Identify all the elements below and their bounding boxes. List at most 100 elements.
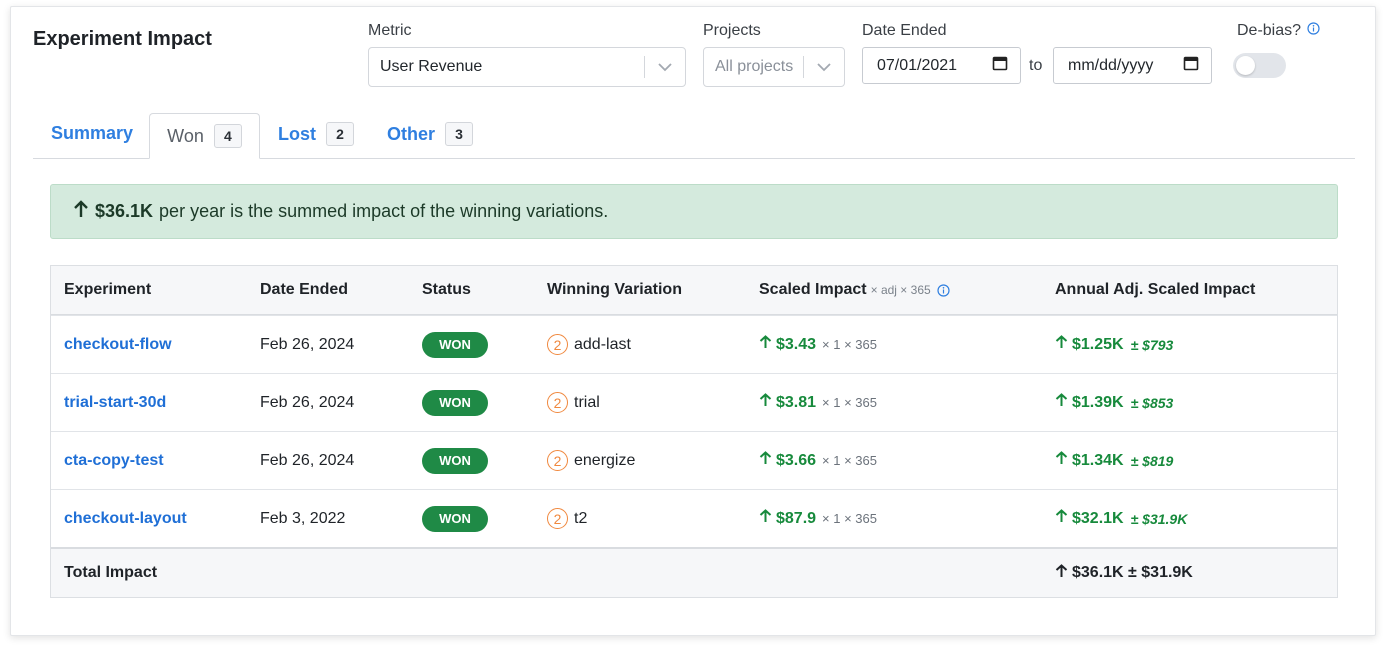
tab-lost-count: 2: [326, 122, 354, 146]
experiment-link[interactable]: checkout-layout: [64, 510, 187, 528]
col-scaled-impact-label: Scaled Impact: [759, 281, 867, 298]
variation-number: 2: [547, 450, 568, 471]
banner-text: per year is the summed impact of the win…: [159, 201, 609, 221]
tab-other[interactable]: Other 3: [387, 122, 474, 146]
scaled-impact-multiplier: × 1 × 365: [822, 453, 877, 468]
annual-impact-ci: ± $819: [1130, 452, 1174, 469]
table-row: cta-copy-test Feb 26, 2024 WON 2 energize $3.…: [51, 431, 1337, 489]
date-ended-cell: Feb 3, 2022: [260, 509, 346, 527]
col-winning-variation: Winning Variation: [547, 281, 682, 298]
scaled-impact-multiplier: × 1 × 365: [822, 511, 877, 526]
tab-other-count: 3: [445, 122, 474, 146]
experiment-cell: trial-start-30d: [64, 374, 166, 431]
col-scaled-impact-note: × adj × 365: [870, 283, 931, 297]
scaled-impact-cell: $87.9 × 1 × 365: [759, 490, 877, 547]
annual-impact-cell: $32.1K ± $31.9K: [1055, 490, 1187, 547]
projects-select-placeholder: All projects: [715, 58, 794, 75]
banner-amount: $36.1K: [95, 201, 154, 221]
variation-name: add-last: [574, 335, 631, 353]
date-to-input[interactable]: mm/dd/yyyy: [1053, 47, 1212, 84]
status-badge: WON: [422, 389, 488, 416]
total-impact-label: Total Impact: [64, 564, 158, 581]
col-date-ended: Date Ended: [260, 281, 349, 298]
experiment-link[interactable]: cta-copy-test: [64, 452, 164, 470]
arrow-up-icon: [1055, 451, 1068, 470]
annual-impact-ci: ± $793: [1130, 336, 1174, 353]
variation-cell: 2 add-last: [547, 316, 631, 373]
arrow-up-icon: [73, 200, 89, 223]
scaled-impact-multiplier: × 1 × 365: [822, 395, 877, 410]
tab-summary[interactable]: Summary: [51, 123, 133, 144]
status-cell: WON: [422, 432, 488, 489]
date-ended-cell: Feb 26, 2024: [260, 393, 355, 411]
chevron-down-icon[interactable]: [645, 62, 685, 72]
annual-impact-cell: $1.25K ± $793: [1055, 316, 1173, 373]
info-icon[interactable]: [1307, 22, 1320, 40]
experiment-link[interactable]: trial-start-30d: [64, 394, 166, 412]
tab-lost[interactable]: Lost 2: [278, 122, 354, 146]
arrow-up-icon: [1055, 563, 1068, 583]
annual-impact-value: $1.39K: [1072, 393, 1124, 411]
arrow-up-icon: [759, 509, 772, 528]
scaled-impact-multiplier: × 1 × 365: [822, 337, 877, 352]
arrow-up-icon: [759, 335, 772, 354]
annual-impact-value: $1.25K: [1072, 335, 1124, 353]
variation-cell: 2 t2: [547, 490, 587, 547]
status-cell: WON: [422, 374, 488, 431]
tab-summary-label: Summary: [51, 123, 134, 143]
scaled-impact-value: $3.66: [776, 451, 817, 469]
info-icon[interactable]: [937, 283, 950, 297]
col-scaled-impact: Scaled Impact × adj × 365: [759, 266, 950, 314]
impact-table: Experiment Date Ended Status Winning Var…: [50, 265, 1338, 598]
chevron-down-icon[interactable]: [804, 62, 844, 72]
projects-select[interactable]: All projects: [703, 47, 845, 87]
tab-won-label: Won: [167, 125, 204, 146]
variation-cell: 2 energize: [547, 432, 635, 489]
status-cell: WON: [422, 316, 488, 373]
variation-number: 2: [547, 392, 568, 413]
status-badge: WON: [422, 447, 488, 474]
status-cell: WON: [422, 490, 488, 547]
experiment-cell: checkout-flow: [64, 316, 172, 373]
total-impact-value: $36.1K ± $31.9K: [1055, 549, 1193, 597]
scaled-impact-value: $3.43: [776, 335, 817, 353]
experiment-impact-card: Experiment Impact Metric User Revenue Pr…: [10, 6, 1376, 636]
date-ended-cell: Feb 26, 2024: [260, 335, 355, 353]
scaled-impact-cell: $3.81 × 1 × 365: [759, 374, 877, 431]
metric-select-value: User Revenue: [380, 58, 483, 75]
status-badge: WON: [422, 331, 488, 358]
debias-label-group: De-bias?: [1237, 22, 1320, 40]
debias-label: De-bias?: [1237, 22, 1302, 39]
date-to-value: mm/dd/yyyy: [1068, 56, 1154, 74]
calendar-icon[interactable]: [992, 55, 1008, 76]
toggle-knob: [1236, 56, 1255, 75]
debias-toggle[interactable]: [1233, 53, 1286, 78]
tab-other-label: Other: [387, 123, 436, 144]
annual-impact-cell: $1.34K ± $819: [1055, 432, 1173, 489]
col-status: Status: [422, 281, 471, 298]
date-from-input[interactable]: 07/01/2021: [862, 47, 1021, 84]
experiment-cell: cta-copy-test: [64, 432, 164, 489]
total-impact-text: $36.1K ± $31.9K: [1072, 564, 1193, 581]
annual-impact-cell: $1.39K ± $853: [1055, 374, 1173, 431]
annual-impact-value: $1.34K: [1072, 451, 1124, 469]
table-row: checkout-flow Feb 26, 2024 WON 2 add-last $3.…: [51, 315, 1337, 373]
scaled-impact-cell: $3.66 × 1 × 365: [759, 432, 877, 489]
status-badge: WON: [422, 505, 488, 532]
arrow-up-icon: [759, 393, 772, 412]
date-ended-cell: Feb 26, 2024: [260, 451, 355, 469]
arrow-up-icon: [759, 451, 772, 470]
table-header-row: Experiment Date Ended Status Winning Var…: [51, 266, 1337, 315]
metric-select[interactable]: User Revenue: [368, 47, 686, 87]
annual-impact-ci: ± $853: [1130, 394, 1174, 411]
experiment-link[interactable]: checkout-flow: [64, 336, 172, 354]
scaled-impact-value: $3.81: [776, 393, 817, 411]
variation-number: 2: [547, 334, 568, 355]
tab-won[interactable]: Won 4: [149, 113, 260, 159]
date-from-value: 07/01/2021: [877, 56, 958, 74]
calendar-icon[interactable]: [1183, 55, 1199, 76]
variation-number: 2: [547, 508, 568, 529]
scaled-impact-value: $87.9: [776, 509, 817, 527]
table-row: trial-start-30d Feb 26, 2024 WON 2 trial $3.8…: [51, 373, 1337, 431]
table-row: checkout-layout Feb 3, 2022 WON 2 t2 $87.9 × 1…: [51, 489, 1337, 547]
